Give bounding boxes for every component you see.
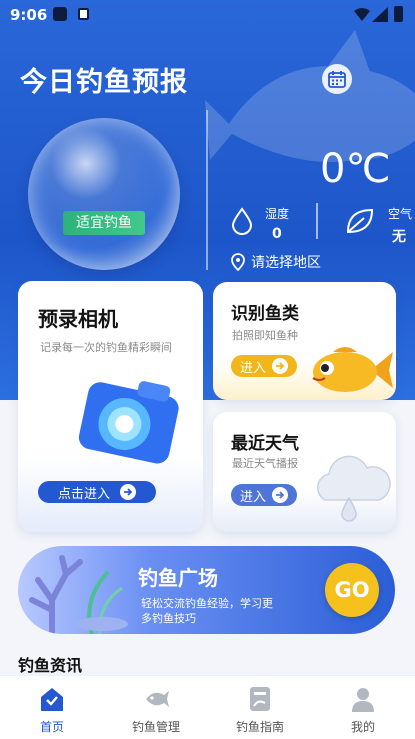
go-label: GO <box>334 578 370 602</box>
humidity-icon <box>231 207 253 235</box>
weather-enter-label: 进入 <box>239 489 266 505</box>
calendar-button[interactable] <box>322 64 352 94</box>
identify-card-subtitle: 拍照即知鱼种 <box>232 329 298 342</box>
profile-icon <box>348 684 378 714</box>
camera-icon <box>78 381 179 464</box>
identify-card-title: 识别鱼类 <box>231 304 299 324</box>
leaf-icon <box>346 208 374 234</box>
guide-book-icon <box>245 684 275 714</box>
nav-item-home[interactable]: 首页 <box>0 676 104 739</box>
nav-item-profile[interactable]: 我的 <box>311 676 415 739</box>
camera-enter-label: 点击进入 <box>57 486 110 502</box>
weather-card-title: 最近天气 <box>231 434 299 454</box>
nav-label-fishing-guide: 钓鱼指南 <box>235 720 284 734</box>
identify-enter-button[interactable]: 进入 <box>231 355 297 377</box>
banner-subtitle-line1: 轻松交流钓鱼经验，学习更 <box>141 597 273 610</box>
nav-label-home: 首页 <box>39 720 64 734</box>
banner-title: 钓鱼广场 <box>138 566 218 590</box>
metric-separator <box>316 203 318 239</box>
nav-item-fishing-management[interactable]: 钓鱼管理 <box>104 676 208 739</box>
region-label: 请选择地区 <box>251 255 321 271</box>
air-value: 无 <box>392 229 406 245</box>
arrow-right-icon <box>272 358 288 374</box>
camera-card-subtitle: 记录每一次的钓鱼精彩瞬间 <box>40 341 172 354</box>
page-title: 今日钓鱼预报 <box>20 67 188 98</box>
goldfish-icon <box>312 347 393 392</box>
cloud-rain-icon <box>317 455 391 522</box>
wifi-icon <box>354 8 370 21</box>
camera-card[interactable]: 预录相机 记录每一次的钓鱼精彩瞬间 点击进入 <box>18 281 203 532</box>
humidity-label: 湿度 <box>265 207 290 221</box>
nav-label-fishing-management: 钓鱼管理 <box>131 720 180 734</box>
arrow-right-icon <box>272 487 288 503</box>
recent-weather-card[interactable]: 最近天气 最近天气播报 进入 <box>213 412 396 532</box>
battery-icon <box>394 6 403 22</box>
notification-a-icon <box>78 8 89 20</box>
home-icon <box>37 684 67 714</box>
nav-item-fishing-guide[interactable]: 钓鱼指南 <box>208 676 312 739</box>
fishing-news-title: 钓鱼资讯 <box>18 656 83 675</box>
region-selector[interactable]: 请选择地区 <box>231 252 321 272</box>
air-label: 空气 <box>388 207 413 221</box>
hero-divider <box>206 110 208 270</box>
status-bar: 9:06 <box>0 0 415 30</box>
status-time: 9:06 <box>10 6 48 24</box>
camera-enter-button[interactable]: 点击进入 <box>38 481 156 503</box>
identify-enter-label: 进入 <box>239 360 266 376</box>
humidity-value: 0 <box>272 226 282 242</box>
temperature-value: 0℃ <box>320 146 391 192</box>
camera-card-title: 预录相机 <box>38 307 118 331</box>
fish-icon <box>141 684 171 714</box>
coral-icon <box>29 555 128 634</box>
suitability-badge: 适宜钓鱼 <box>63 211 145 235</box>
location-pin-icon <box>231 253 245 271</box>
fishing-suitability-bubble <box>28 118 180 270</box>
fishing-square-banner[interactable]: 钓鱼广场 轻松交流钓鱼经验，学习更 多钓鱼技巧 GO <box>18 546 395 634</box>
go-button[interactable]: GO <box>325 563 379 617</box>
banner-subtitle-line2: 多钓鱼技巧 <box>141 612 196 625</box>
weather-card-subtitle: 最近天气播报 <box>232 457 298 470</box>
bottom-navigation: 首页 钓鱼管理 钓鱼指南 我的 <box>0 675 415 739</box>
nav-label-profile: 我的 <box>350 720 375 734</box>
calendar-icon <box>328 71 346 88</box>
signal-icon <box>372 7 388 22</box>
notification-icon <box>53 7 67 21</box>
identify-fish-card[interactable]: 识别鱼类 拍照即知鱼种 进入 <box>213 282 396 400</box>
weather-enter-button[interactable]: 进入 <box>231 484 297 506</box>
arrow-right-icon <box>120 484 136 500</box>
